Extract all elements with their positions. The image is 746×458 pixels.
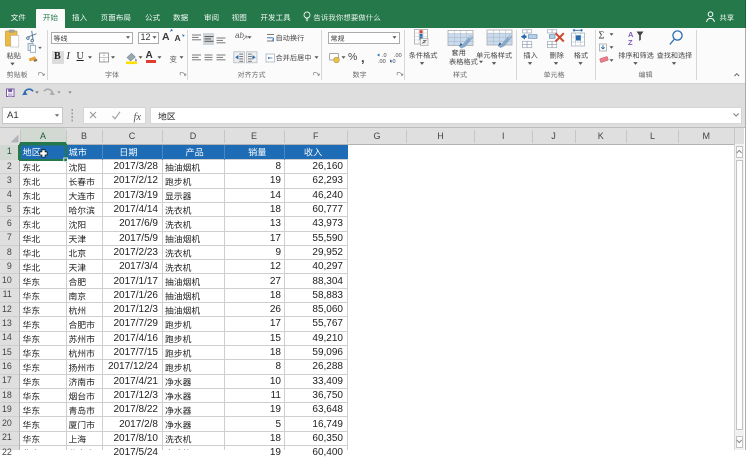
svg-text:fx: fx <box>134 112 142 123</box>
svg-text:.0: .0 <box>391 59 396 65</box>
svg-text:Z: Z <box>628 38 633 47</box>
svg-text:.00: .00 <box>378 59 386 65</box>
svg-text:Σ: Σ <box>599 31 605 42</box>
